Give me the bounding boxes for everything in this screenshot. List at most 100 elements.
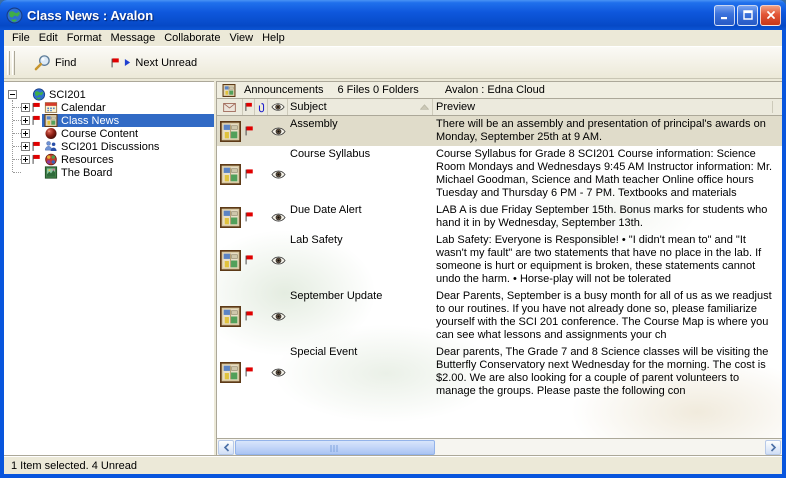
message-row-assembly[interactable]: AssemblyThere will be an assembly and pr…	[217, 116, 782, 146]
collapse-box-icon[interactable]	[8, 90, 17, 99]
message-row-course-syllabus[interactable]: Course SyllabusCourse Syllabus for Grade…	[217, 146, 782, 202]
message-preview: Dear Parents, September is a busy month …	[433, 288, 782, 344]
menu-collaborate[interactable]: Collaborate	[164, 31, 229, 46]
toolbar-grip-2[interactable]	[12, 51, 15, 75]
unread-flag-icon	[243, 116, 255, 146]
painting-icon	[43, 166, 59, 179]
sphere-icon	[43, 127, 59, 140]
unread-flag-icon	[30, 102, 42, 113]
file-folder-counts: 6 Files 0 Folders	[338, 84, 419, 96]
expand-box-icon[interactable]	[21, 103, 30, 112]
message-preview: Course Syllabus for Grade 8 SCI201 Cours…	[433, 146, 782, 202]
menu-message[interactable]: Message	[111, 31, 165, 46]
tree-item-the-board[interactable]: The Board	[4, 166, 214, 179]
expand-box-icon[interactable]	[21, 155, 30, 164]
next-unread-button[interactable]: Next Unread	[105, 54, 202, 72]
tree-item-sci201[interactable]: SCI201	[4, 88, 214, 101]
expand-box-icon[interactable]	[21, 129, 30, 138]
flag-icon	[110, 57, 120, 69]
tree-connector	[13, 172, 21, 173]
column-subject[interactable]: Subject	[288, 99, 433, 115]
message-subject: Lab Safety	[288, 232, 433, 288]
tree-item-label: Resources	[59, 154, 116, 166]
menu-edit[interactable]: Edit	[39, 31, 67, 46]
app-globe-icon	[6, 7, 23, 24]
message-row-special-event[interactable]: Special EventDear parents, The Grade 7 a…	[217, 344, 782, 400]
message-row-september-update[interactable]: September UpdateDear Parents, September …	[217, 288, 782, 344]
attachment-slot	[255, 202, 268, 232]
tree-item-resources[interactable]: Resources	[4, 153, 214, 166]
bulletin-board-icon	[217, 116, 243, 146]
tree-item-course-content[interactable]: Course Content	[4, 127, 214, 140]
attachment-slot	[255, 116, 268, 146]
expand-box-icon[interactable]	[21, 116, 30, 125]
close-button[interactable]	[760, 5, 781, 26]
horizontal-scrollbar[interactable]	[217, 438, 782, 455]
column-flag[interactable]	[243, 99, 255, 115]
scroll-left-button[interactable]	[218, 440, 234, 455]
eye-icon	[268, 288, 288, 344]
tree-item-body: Course Content	[42, 127, 214, 140]
app-window: Class News : Avalon FileEditFormatMessag…	[0, 0, 786, 478]
unread-flag-icon	[30, 141, 42, 152]
message-row-lab-safety[interactable]: Lab SafetyLab Safety: Everyone is Respon…	[217, 232, 782, 288]
magnifier-icon	[34, 54, 51, 71]
tree-item-label: SCI201	[47, 89, 88, 101]
eye-icon	[268, 344, 288, 400]
bulletin-board-icon	[217, 344, 243, 400]
expand-box-icon[interactable]	[21, 142, 30, 151]
scrollbar-thumb[interactable]	[235, 440, 435, 455]
tree-item-label: Class News	[59, 115, 121, 127]
column-envelope[interactable]	[217, 99, 243, 115]
attachment-slot	[255, 344, 268, 400]
bulletin-board-icon	[217, 232, 243, 288]
message-list: AssemblyThere will be an assembly and pr…	[217, 116, 782, 438]
menu-view[interactable]: View	[229, 31, 262, 46]
message-row-due-date-alert[interactable]: Due Date AlertLAB A is due Friday Septem…	[217, 202, 782, 232]
tree-connector	[13, 159, 21, 160]
eye-icon	[268, 202, 288, 232]
next-unread-label: Next Unread	[135, 57, 197, 69]
toolbar-grip[interactable]	[7, 51, 10, 75]
unread-flag-icon	[30, 154, 42, 165]
unread-flag-icon	[243, 344, 255, 400]
calendar-icon	[43, 101, 59, 114]
unread-flag-icon	[243, 288, 255, 344]
tree-item-body: The Board	[42, 166, 214, 179]
message-subject: Due Date Alert	[288, 202, 433, 232]
announcements-icon	[222, 84, 236, 97]
tree-connector	[13, 146, 21, 147]
tree-item-class-news[interactable]: Class News	[4, 114, 214, 127]
header-end-separator	[772, 101, 773, 113]
menu-help[interactable]: Help	[262, 31, 294, 46]
arrow-right-icon	[124, 58, 131, 67]
maximize-button[interactable]	[737, 5, 758, 26]
attachment-slot	[255, 146, 268, 202]
conference-tree: SCI201CalendarClass NewsCourse ContentSC…	[4, 81, 214, 455]
tree-item-sci201-discussions[interactable]: SCI201 Discussions	[4, 140, 214, 153]
eye-icon	[271, 103, 285, 111]
menu-file[interactable]: File	[12, 31, 39, 46]
column-preview[interactable]: Preview	[433, 99, 782, 115]
main-area: SCI201CalendarClass NewsCourse ContentSC…	[4, 79, 782, 455]
attachment-slot	[255, 288, 268, 344]
palette-icon	[43, 153, 59, 166]
people-icon	[43, 140, 59, 153]
tree-item-calendar[interactable]: Calendar	[4, 101, 214, 114]
scroll-right-button[interactable]	[765, 440, 781, 455]
find-button[interactable]: Find	[29, 51, 81, 74]
message-subject: Course Syllabus	[288, 146, 433, 202]
column-read[interactable]	[268, 99, 288, 115]
status-bar: 1 Item selected. 4 Unread	[4, 455, 782, 474]
tree-item-label: SCI201 Discussions	[59, 141, 161, 153]
column-attachment[interactable]	[255, 99, 268, 115]
flag-icon	[244, 102, 253, 112]
sort-ascending-icon	[420, 104, 429, 110]
message-preview: LAB A is due Friday September 15th. Bonu…	[433, 202, 782, 232]
menu-format[interactable]: Format	[67, 31, 111, 46]
bulletin-board-icon	[217, 146, 243, 202]
minimize-button[interactable]	[714, 5, 735, 26]
eye-icon	[268, 232, 288, 288]
eye-icon	[268, 116, 288, 146]
tree-item-body: SCI201	[30, 88, 214, 101]
